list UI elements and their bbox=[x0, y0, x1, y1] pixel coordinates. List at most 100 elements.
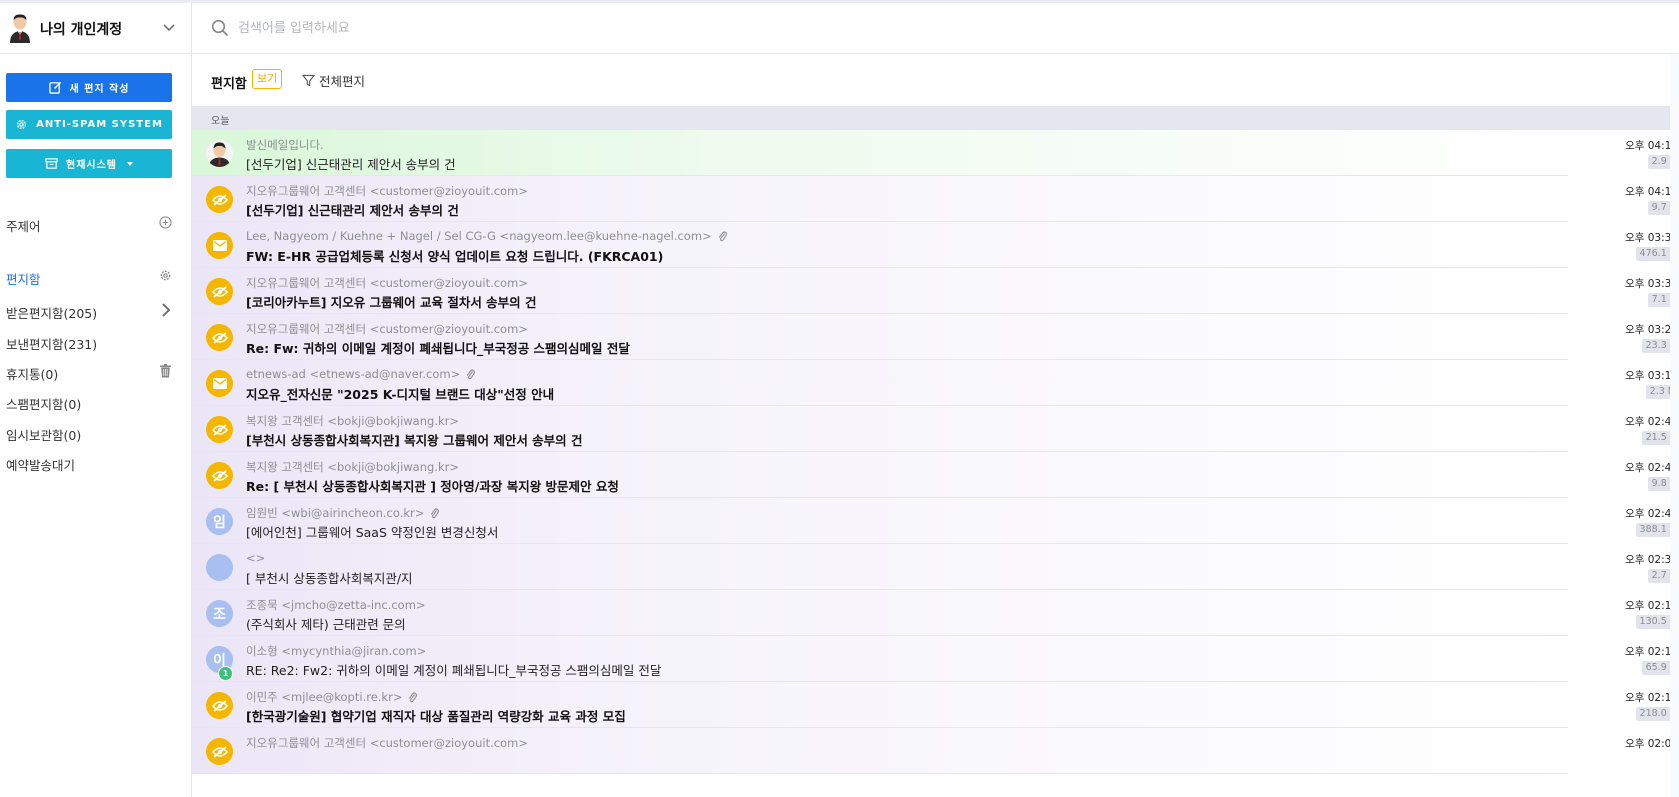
chevron-right-icon[interactable] bbox=[160, 302, 172, 318]
mail-sender: 조종묵 <jmcho@zetta-inc.com> bbox=[246, 597, 426, 613]
eye-off-icon bbox=[211, 699, 228, 712]
mail-row[interactable]: 발신메일입니다. [선두기업] 신근태관리 제안서 송부의 건 오후 04:13 2.… bbox=[192, 130, 1679, 176]
sender-text: 복지왕 고객센터 <bokji@bokjiwang.kr> bbox=[246, 460, 459, 474]
mail-row[interactable]: 임 임원빈 <wbi@airincheon.co.kr> [에어인천] 그룹웨어 S… bbox=[192, 498, 1679, 544]
system-menu-button[interactable]: 현재시스템 bbox=[6, 149, 172, 178]
sender-text: 이소형 <mycynthia@jiran.com> bbox=[246, 644, 427, 658]
sender-text: etnews-ad <etnews-ad@naver.com> bbox=[246, 367, 461, 381]
mail-row[interactable]: 지오유그룹웨어 고객센터 <customer@zioyouit.com> [코리아… bbox=[192, 268, 1679, 314]
mail-row[interactable]: 이민주 <mjlee@kopti.re.kr> [한국광기술원] 협약기업 재직자… bbox=[192, 682, 1679, 728]
mail-row[interactable]: etnews-ad <etnews-ad@naver.com> 지오유_전자신문 … bbox=[192, 360, 1679, 406]
mail-subject[interactable]: [ 부천시 상동종합사회복지관/지 bbox=[246, 568, 413, 587]
mail-sender: 이민주 <mjlee@kopti.re.kr> bbox=[246, 689, 418, 705]
account-switcher[interactable]: 나의 개인계정 bbox=[0, 3, 191, 54]
mail-subject[interactable]: 지오유_전자신문 "2025 K-디지털 브랜드 대상"선정 안내 bbox=[246, 384, 554, 403]
attachment-icon bbox=[431, 508, 440, 519]
mail-sender: 이소형 <mycynthia@jiran.com> bbox=[246, 643, 426, 659]
mail-subject[interactable]: [에어인천] 그룹웨어 SaaS 약정인원 변경신청서 bbox=[246, 522, 498, 541]
filter-icon bbox=[302, 74, 315, 87]
spam-label: 스팸편지함(0) bbox=[6, 397, 82, 412]
mail-sender: 발신메일입니다. bbox=[246, 137, 324, 153]
mail-subject[interactable]: FW: E-HR 공급업체등록 신청서 양식 업데이트 요청 드립니다. (FK… bbox=[246, 246, 663, 265]
mail-row[interactable]: 이 1 이소형 <mycynthia@jiran.com> RE: Re2: Fw2:… bbox=[192, 636, 1679, 682]
sender-avatar bbox=[206, 186, 233, 213]
view-badge[interactable]: 보기 bbox=[252, 69, 283, 89]
mail-subject[interactable]: [선두기업] 신근태관리 제안서 송부의 건 bbox=[246, 200, 459, 219]
sender-text: 조종묵 <jmcho@zetta-inc.com> bbox=[246, 598, 426, 612]
mail-row[interactable]: 지오유그룹웨어 고객센터 <customer@zioyouit.com> 오후 0… bbox=[192, 728, 1678, 774]
antispam-label: ANTI-SPAM SYSTEM bbox=[36, 119, 163, 130]
sender-text: 임원빈 <wbi@airincheon.co.kr> bbox=[246, 506, 425, 520]
sidebar-item-sent[interactable]: 보낸편지함(231) bbox=[6, 334, 182, 353]
sidebar-item-spam[interactable]: 스팸편지함(0) bbox=[6, 394, 182, 413]
mail-sender: 지오유그룹웨어 고객센터 <customer@zioyouit.com> bbox=[246, 183, 528, 199]
mail-sender: 복지왕 고객센터 <bokji@bokjiwang.kr> bbox=[246, 459, 459, 475]
avatar-initial: 조 bbox=[213, 606, 226, 623]
subject-keywords-label: 주제어 bbox=[6, 219, 41, 234]
mail-subject[interactable]: [한국광기술원] 협약기업 재직자 대상 품질관리 역량강화 교육 과정 모집 bbox=[246, 706, 626, 725]
trash-label: 휴지통(0) bbox=[6, 367, 59, 382]
mail-sender: etnews-ad <etnews-ad@naver.com> bbox=[246, 367, 476, 381]
mail-subject[interactable]: RE: Re2: Fw2: 귀하의 이메일 계정이 폐쇄됩니다_부국정공 스팸의… bbox=[246, 660, 661, 679]
sender-text: 발신메일입니다. bbox=[246, 138, 324, 152]
sender-text: <> bbox=[246, 551, 266, 565]
scrollbar[interactable] bbox=[1670, 54, 1679, 797]
chevron-down-icon[interactable] bbox=[162, 20, 176, 34]
sender-text: 복지왕 고객센터 <bokji@bokjiwang.kr> bbox=[246, 414, 459, 428]
system-label: 현재시스템 bbox=[66, 160, 117, 171]
sender-avatar bbox=[206, 324, 233, 351]
mail-sender: 복지왕 고객센터 <bokji@bokjiwang.kr> bbox=[246, 413, 459, 429]
search-icon[interactable] bbox=[211, 19, 229, 37]
mailbox-header[interactable]: 편지함 bbox=[6, 269, 182, 288]
sidebar: 나의 개인계정 새 편지 작성 ANTI-SPAM SYSTEM 현재시스템 주… bbox=[0, 3, 192, 797]
sender-photo bbox=[206, 140, 233, 167]
subject-keywords[interactable]: 주제어 bbox=[6, 216, 182, 235]
sender-avatar bbox=[206, 140, 233, 167]
mail-row[interactable]: 복지왕 고객센터 <bokji@bokjiwang.kr> Re: [ 부천시 상… bbox=[192, 452, 1679, 498]
mail-row[interactable]: <>[ 부천시 상동종합사회복지관/지 오후 02:38 2.7 K bbox=[192, 544, 1679, 590]
mail-row[interactable]: 지오유그룹웨어 고객센터 <customer@zioyouit.com> [선두기… bbox=[192, 176, 1679, 222]
mail-icon bbox=[212, 240, 227, 251]
sender-avatar bbox=[206, 370, 233, 397]
search-input[interactable] bbox=[236, 14, 740, 42]
date-section-header: 오늘 bbox=[192, 106, 1679, 130]
mail-row[interactable]: Lee, Nagyeom / Kuehne + Nagel / Sel CG-G… bbox=[192, 222, 1679, 268]
antispam-button[interactable]: ANTI-SPAM SYSTEM bbox=[6, 110, 172, 139]
eye-off-icon bbox=[211, 285, 228, 298]
sender-text: 지오유그룹웨어 고객센터 <customer@zioyouit.com> bbox=[246, 276, 528, 290]
mail-sender: 지오유그룹웨어 고객센터 <customer@zioyouit.com> bbox=[246, 735, 528, 751]
mail-row[interactable]: 조 조종묵 <jmcho@zetta-inc.com> (주식회사 제타) 근태관련… bbox=[192, 590, 1679, 636]
mail-subject[interactable]: [코리아카누트] 지오유 그룹웨어 교육 절차서 송부의 건 bbox=[246, 292, 537, 311]
mail-sender: 지오유그룹웨어 고객센터 <customer@zioyouit.com> bbox=[246, 321, 528, 337]
sender-avatar bbox=[206, 738, 233, 765]
sent-label: 보낸편지함(231) bbox=[6, 337, 98, 352]
sidebar-item-drafts[interactable]: 임시보관함(0) bbox=[6, 425, 182, 444]
gear-icon bbox=[16, 119, 27, 130]
mailbox-label: 편지함 bbox=[6, 272, 41, 287]
mail-sender: 지오유그룹웨어 고객센터 <customer@zioyouit.com> bbox=[246, 275, 528, 291]
mail-row[interactable]: 복지왕 고객센터 <bokji@bokjiwang.kr> [부천시 상동종합사회… bbox=[192, 406, 1679, 452]
mail-row[interactable]: 지오유그룹웨어 고객센터 <customer@zioyouit.com> Re: … bbox=[192, 314, 1679, 360]
sidebar-item-trash[interactable]: 휴지통(0) bbox=[6, 364, 182, 383]
mail-subject[interactable]: Re: [ 부천시 상동종합사회복지관 ] 정아영/과장 복지왕 방문제안 요청 bbox=[246, 476, 619, 495]
mail-subject[interactable]: (주식회사 제타) 근태관련 문의 bbox=[246, 614, 406, 633]
sender-text: 이민주 <mjlee@kopti.re.kr> bbox=[246, 690, 403, 704]
page-title: 편지함 bbox=[211, 77, 247, 92]
mail-subject[interactable]: [부천시 상동종합사회복지관] 복지왕 그룹웨어 제안서 송부의 건 bbox=[246, 430, 583, 449]
filter-dropdown[interactable]: 전체편지 bbox=[302, 71, 365, 90]
add-circle-icon[interactable] bbox=[159, 216, 172, 229]
settings-gear-icon[interactable] bbox=[159, 269, 172, 282]
compose-button[interactable]: 새 편지 작성 bbox=[6, 73, 172, 102]
sidebar-item-inbox[interactable]: 받은편지함(205) bbox=[6, 303, 182, 322]
trash-icon[interactable] bbox=[159, 364, 172, 378]
mail-subject[interactable]: Re: Fw: 귀하의 이메일 계정이 폐쇄됩니다_부국정공 스팸의심메일 전달 bbox=[246, 338, 630, 357]
mail-sender: <> bbox=[246, 551, 265, 565]
mail-sender: Lee, Nagyeom / Kuehne + Nagel / Sel CG-G… bbox=[246, 229, 727, 243]
sidebar-item-scheduled[interactable]: 예약발송대기 bbox=[6, 455, 182, 474]
sender-avatar bbox=[206, 462, 233, 489]
sender-avatar bbox=[206, 554, 233, 581]
sender-avatar bbox=[206, 278, 233, 305]
mail-subject[interactable]: [선두기업] 신근태관리 제안서 송부의 건 bbox=[246, 154, 456, 173]
sender-text: 지오유그룹웨어 고객센터 <customer@zioyouit.com> bbox=[246, 736, 528, 750]
eye-off-icon bbox=[211, 469, 228, 482]
